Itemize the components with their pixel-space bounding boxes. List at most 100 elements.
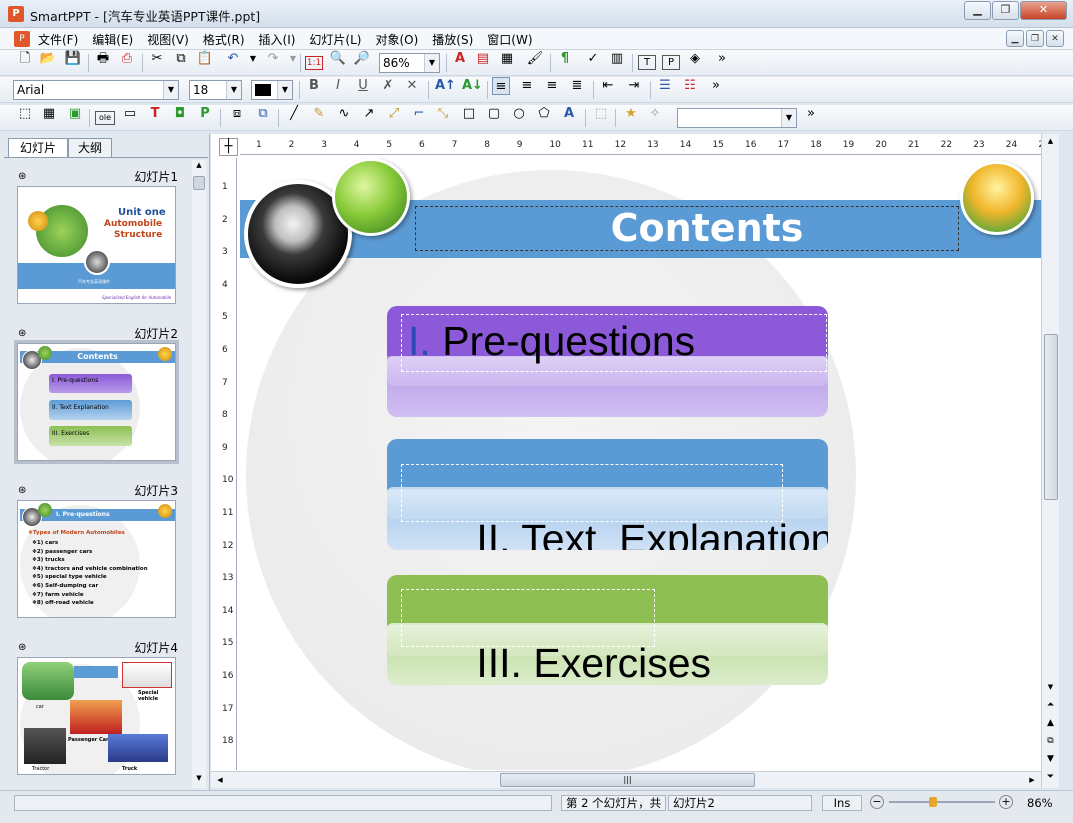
- crop-icon[interactable]: ⬚: [592, 105, 610, 123]
- paragraph-mark-icon[interactable]: ¶: [556, 50, 574, 68]
- menu-item[interactable]: 编辑(E): [85, 28, 140, 51]
- open-icon[interactable]: 📂: [39, 50, 57, 68]
- font-color-icon[interactable]: A: [451, 50, 469, 68]
- effects-icon[interactable]: ✧: [646, 105, 664, 123]
- scroll-down-icon[interactable]: ▼: [1042, 680, 1059, 694]
- print-icon[interactable]: 🖶: [94, 50, 112, 68]
- bullet-list-icon[interactable]: ☰: [656, 77, 674, 95]
- zoom-slider-thumb[interactable]: [929, 797, 937, 807]
- content-item-1[interactable]: I. Pre-questions: [387, 306, 828, 417]
- scroll-thumb[interactable]: [1044, 334, 1058, 500]
- copy-icon[interactable]: ⧉: [172, 50, 190, 68]
- menu-item[interactable]: 文件(F): [31, 28, 85, 51]
- horizontal-scrollbar[interactable]: ◀ ||| ▶: [211, 771, 1041, 788]
- zoom-select[interactable]: 86% ▼: [379, 53, 440, 73]
- increase-font-icon[interactable]: A↑: [435, 77, 456, 95]
- menu-item[interactable]: 幻灯片(L): [302, 28, 368, 51]
- group-icon[interactable]: ⧈: [228, 105, 246, 123]
- mdi-minimize-button[interactable]: ▁: [1006, 30, 1024, 47]
- scroll-thumb[interactable]: [193, 176, 205, 190]
- ellipse-icon[interactable]: ○: [510, 105, 528, 123]
- menu-item[interactable]: 播放(S): [425, 28, 480, 51]
- content-item-3[interactable]: III. Exercises: [387, 575, 828, 685]
- slide-thumbnail-4[interactable]: car Special vehicle Passenger Cars Tract…: [17, 657, 176, 775]
- menu-item[interactable]: 窗口(W): [480, 28, 539, 51]
- font-name-select[interactable]: Arial ▼: [13, 80, 179, 100]
- justify-icon[interactable]: ≣: [568, 77, 586, 95]
- zoom-icon[interactable]: 🔎: [353, 50, 371, 68]
- cut-icon[interactable]: ✂: [148, 50, 166, 68]
- content-frame-icon[interactable]: ◘: [171, 105, 189, 123]
- layers-icon[interactable]: ◈: [686, 50, 704, 68]
- zoom-slider[interactable]: [889, 801, 995, 803]
- picture-box-icon[interactable]: P: [662, 55, 680, 70]
- notes-icon[interactable]: ▦: [498, 50, 516, 68]
- indent-increase-icon[interactable]: ⇥: [625, 77, 643, 95]
- minimize-button[interactable]: ▁: [964, 1, 991, 20]
- thumb-scrollbar[interactable]: ▲ ▼: [192, 160, 206, 788]
- next-slide-icon[interactable]: ▼: [1042, 754, 1059, 769]
- undo-icon[interactable]: ↶: [224, 50, 242, 68]
- content-item-2[interactable]: II. Text Explanation: [387, 439, 828, 550]
- font-size-select[interactable]: 18 ▼: [189, 80, 242, 100]
- mdi-restore-button[interactable]: ❐: [1026, 30, 1044, 47]
- color-select[interactable]: ▼: [251, 80, 293, 100]
- select-frame-icon[interactable]: ⬚: [16, 105, 34, 123]
- decrease-font-icon[interactable]: A↓: [462, 77, 483, 95]
- paste-icon[interactable]: 📋: [196, 50, 214, 68]
- menu-item[interactable]: 格式(R): [196, 28, 252, 51]
- menu-item[interactable]: 插入(I): [252, 28, 303, 51]
- previous-slide-icon[interactable]: ▲: [1042, 718, 1059, 733]
- new-icon[interactable]: 🗋: [16, 50, 34, 68]
- clear-format-icon[interactable]: ✕: [403, 77, 421, 95]
- bold-button[interactable]: B: [305, 77, 323, 95]
- last-slide-icon[interactable]: ⏷: [1042, 772, 1059, 787]
- ruler-corner-icon[interactable]: ┼: [219, 138, 238, 156]
- strikethrough-icon[interactable]: ✗: [379, 77, 397, 95]
- save-icon[interactable]: 💾: [64, 50, 82, 68]
- undo-dropdown-icon[interactable]: ▼: [244, 50, 262, 68]
- zoom-out-icon[interactable]: −: [870, 795, 884, 809]
- indent-decrease-icon[interactable]: ⇤: [599, 77, 617, 95]
- toolbar3-overflow[interactable]: »: [802, 105, 820, 123]
- first-slide-icon[interactable]: ⏶: [1042, 700, 1059, 715]
- document-icon[interactable]: P: [14, 31, 30, 47]
- chart-icon[interactable]: ▥: [608, 50, 626, 68]
- mdi-close-button[interactable]: ✕: [1046, 30, 1064, 47]
- scroll-right-icon[interactable]: ▶: [1025, 773, 1039, 787]
- zoom-in-icon[interactable]: +: [999, 795, 1013, 809]
- wordart-icon[interactable]: A: [560, 105, 578, 123]
- star-icon[interactable]: ★: [622, 105, 640, 123]
- align-right-icon[interactable]: ≡: [543, 77, 561, 95]
- style-select[interactable]: ▼: [677, 108, 797, 128]
- table-icon[interactable]: ▦: [40, 105, 58, 123]
- text-frame-icon[interactable]: ▭: [121, 105, 139, 123]
- slide-sorter-icon[interactable]: ⧉: [1042, 736, 1059, 751]
- toolbar2-overflow[interactable]: »: [707, 77, 725, 95]
- shapes-icon[interactable]: ⬠: [535, 105, 553, 123]
- slide-thumbnail-3[interactable]: I. Pre-questions ❖Types of Modern Automo…: [17, 500, 176, 618]
- italic-button[interactable]: I: [329, 77, 347, 95]
- scroll-up-icon[interactable]: ▲: [1042, 134, 1059, 148]
- scroll-thumb[interactable]: |||: [500, 773, 755, 787]
- text-box-icon[interactable]: T: [638, 55, 656, 70]
- close-button[interactable]: ✕: [1020, 1, 1067, 20]
- actual-size-icon[interactable]: 1:1: [305, 56, 323, 70]
- tab-slides[interactable]: 幻灯片: [8, 138, 68, 158]
- arrow-tool-icon[interactable]: ↗: [360, 105, 378, 123]
- rounded-rect-icon[interactable]: ▢: [485, 105, 503, 123]
- placeholder-icon[interactable]: P: [196, 105, 214, 123]
- slide-thumbnail-2[interactable]: Contents I. Pre-questions II. Text Expla…: [14, 340, 179, 464]
- menu-item[interactable]: 对象(O): [368, 28, 425, 51]
- curved-connector-icon[interactable]: ⤡: [434, 105, 452, 123]
- scroll-up-icon[interactable]: ▲: [192, 161, 206, 173]
- scroll-left-icon[interactable]: ◀: [213, 773, 227, 787]
- tab-outline[interactable]: 大纲: [68, 138, 112, 158]
- align-left-icon[interactable]: ≡: [492, 77, 510, 95]
- line-tool-icon[interactable]: ╱: [285, 105, 303, 123]
- zoom-in-icon[interactable]: 🔍: [329, 50, 347, 68]
- toolbar1-overflow[interactable]: »: [713, 50, 731, 68]
- scroll-down-icon[interactable]: ▼: [192, 774, 206, 786]
- ungroup-icon[interactable]: ⧉: [254, 105, 272, 123]
- title-frame-icon[interactable]: T: [146, 105, 164, 123]
